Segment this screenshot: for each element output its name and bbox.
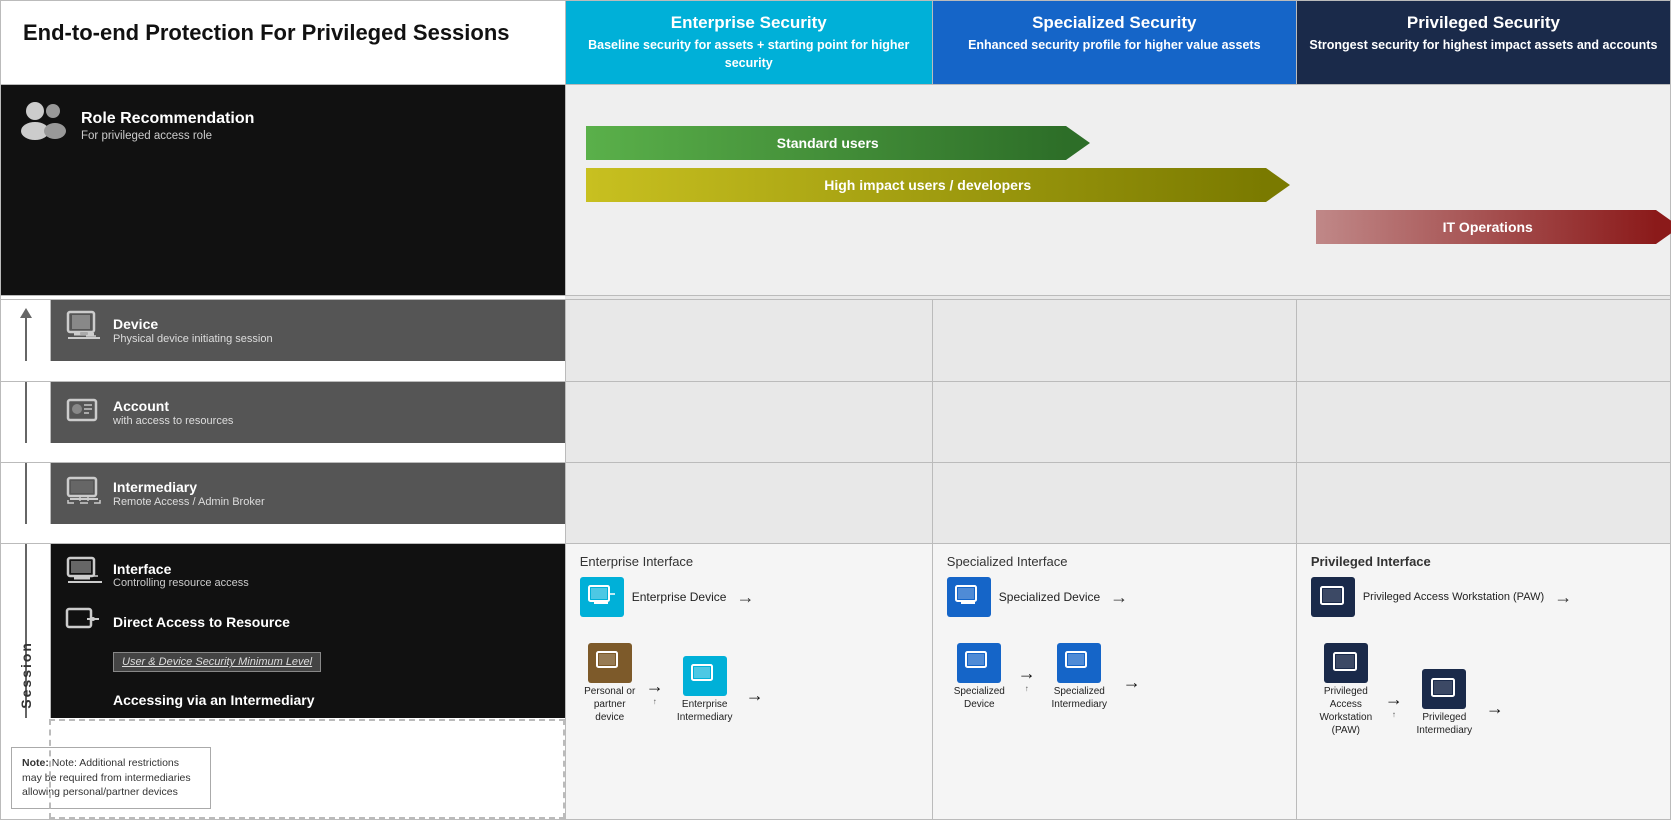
account-icon <box>65 392 103 433</box>
interface-title: Interface <box>113 561 249 577</box>
intermediary-icon <box>65 473 103 514</box>
role-subheading: For privileged access role <box>81 130 254 142</box>
device-privileged-cell <box>1296 300 1670 381</box>
interface-subtitle: Controlling resource access <box>113 577 249 589</box>
specialized-arrow-right: → <box>1110 587 1128 608</box>
personal-device-label: Personal or partner device <box>580 685 640 724</box>
privileged-interface-title: Privileged Interface <box>1311 554 1656 569</box>
device-specialized-cell <box>932 300 1296 381</box>
enterprise-interface-title: Enterprise Interface <box>580 554 918 569</box>
enterprise-device-icon <box>580 577 624 617</box>
enterprise-device-label: Enterprise Device <box>632 590 727 606</box>
session-label: Session <box>18 641 34 709</box>
privileged-intermediary-label: Privileged Intermediary <box>1407 711 1482 737</box>
intermediary-section: Intermediary Remote Access / Admin Broke… <box>51 463 565 524</box>
device-section: Device Physical device initiating sessio… <box>51 300 565 361</box>
session-arrow-col <box>1 300 51 361</box>
privileged-direct-access-row: Privileged Access Workstation (PAW) → <box>1311 577 1656 617</box>
standard-users-label: Standard users <box>777 135 879 151</box>
enterprise-direct-access-row: Enterprise Device → <box>580 577 918 617</box>
specialized-header: Specialized Security Enhanced security p… <box>932 1 1296 85</box>
enterprise-arrow-right: → <box>736 587 754 608</box>
high-impact-arrow: High impact users / developers <box>586 168 1290 202</box>
min-level-text: User & Device Security Minimum Level <box>122 656 312 668</box>
enterprise-intermediary-icon <box>683 656 727 696</box>
intermediary-specialized-cell <box>932 463 1296 544</box>
privileged-accessing-row: Privileged Access Workstation (PAW) → ↑ <box>1311 643 1656 737</box>
enterprise-desc: Baseline security for assets + starting … <box>566 37 932 84</box>
enterprise-accessing-row: Personal or partner device → ↑ <box>580 643 918 724</box>
session-col-interface: Session <box>1 544 51 718</box>
account-enterprise-cell <box>565 381 932 462</box>
paw-icon <box>1311 577 1355 617</box>
accessing-via-title: Accessing via an Intermediary <box>113 692 551 708</box>
interface-icon <box>65 554 103 595</box>
paw2-label: Privileged Access Workstation (PAW) <box>1311 685 1381 737</box>
intermediary-subtitle: Remote Access / Admin Broker <box>113 496 265 508</box>
enterprise-title: Enterprise Security <box>566 1 932 37</box>
account-specialized-cell <box>932 381 1296 462</box>
specialized-accessing-row: Specialized Device → ↑ Special <box>947 643 1282 711</box>
intermediary-enterprise-cell <box>565 463 932 544</box>
paw-label: Privileged Access Workstation (PAW) <box>1363 590 1544 604</box>
enterprise-intermediary-label: Enterprise Intermediary <box>670 698 740 724</box>
privileged-header: Privileged Security Strongest security f… <box>1296 1 1670 85</box>
role-icon <box>17 99 69 152</box>
it-ops-label: IT Operations <box>1443 219 1533 235</box>
enterprise-header: Enterprise Security Baseline security fo… <box>565 1 932 85</box>
specialized-interface-title: Specialized Interface <box>947 554 1282 569</box>
role-row-left: Role Recommendation For privileged acces… <box>1 85 566 296</box>
device-subtitle: Physical device initiating session <box>113 333 273 345</box>
privileged-intermediary-icon <box>1422 669 1466 709</box>
privileged-interface-cell: Privileged Interface Privileged Access W… <box>1296 544 1670 820</box>
min-level-badge: User & Device Security Minimum Level <box>113 652 321 672</box>
account-title: Account <box>113 398 233 414</box>
specialized-interface-cell: Specialized Interface Specialized Device… <box>932 544 1296 820</box>
specialized-device-label: Specialized Device <box>999 590 1100 606</box>
interface-section: Interface Controlling resource access <box>51 544 565 718</box>
note-box: Note: Note: Additional restrictions may … <box>11 747 211 809</box>
high-impact-label: High impact users / developers <box>824 177 1031 193</box>
it-ops-arrow: IT Operations <box>966 210 1671 244</box>
specialized-direct-access-row: Specialized Device → <box>947 577 1282 617</box>
account-privileged-cell <box>1296 381 1670 462</box>
session-col-intermediary <box>1 463 51 524</box>
paw2-icon <box>1324 643 1368 683</box>
privileged-interface-title-text: Privileged Interface <box>1311 554 1431 569</box>
specialized-device2-icon <box>957 643 1001 683</box>
enterprise-interface-cell: Enterprise Interface Enterprise Device → <box>565 544 932 820</box>
intermediary-title: Intermediary <box>113 479 265 495</box>
specialized-intermediary-icon <box>1057 643 1101 683</box>
session-col-account <box>1 382 51 443</box>
specialized-device-icon <box>947 577 991 617</box>
paw-arrow-right: → <box>1554 587 1572 608</box>
account-section: Account with access to resources <box>51 382 565 443</box>
specialized-intermediary-label: Specialized Intermediary <box>1042 685 1117 711</box>
account-subtitle: with access to resources <box>113 415 233 427</box>
device-icon <box>65 310 103 351</box>
direct-access-title: Direct Access to Resource <box>113 614 290 630</box>
direct-access-icon <box>65 605 103 638</box>
personal-device-icon <box>588 643 632 683</box>
device-enterprise-cell <box>565 300 932 381</box>
standard-users-arrow: Standard users <box>586 126 1090 160</box>
main-title-cell: End-to-end Protection For Privileged Ses… <box>1 1 566 85</box>
privileged-title: Privileged Security <box>1297 1 1670 37</box>
device-title: Device <box>113 316 273 332</box>
specialized-desc: Enhanced security profile for higher val… <box>933 37 1296 67</box>
specialized-device2-label: Specialized Device <box>947 685 1012 711</box>
specialized-title: Specialized Security <box>933 1 1296 37</box>
privileged-desc: Strongest security for highest impact as… <box>1297 37 1670 67</box>
role-heading: Role Recommendation <box>81 110 254 128</box>
role-arrows-cell: Standard users High impact users / devel… <box>565 85 1670 296</box>
main-title: End-to-end Protection For Privileged Ses… <box>23 19 543 47</box>
intermediary-privileged-cell <box>1296 463 1670 544</box>
